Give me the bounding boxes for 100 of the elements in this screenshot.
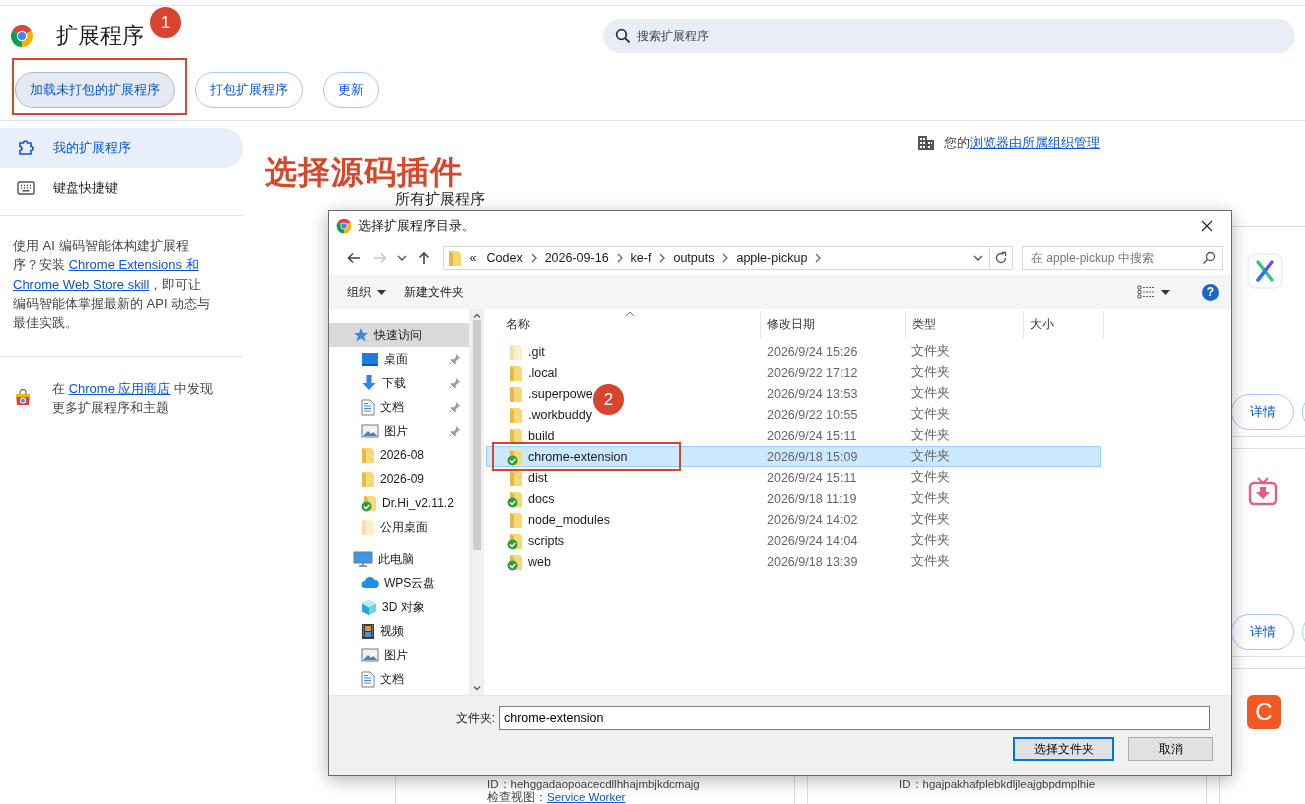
nav-item[interactable]: 文档 (329, 667, 469, 691)
picture-icon (361, 648, 379, 662)
page-title: 扩展程序 (56, 22, 144, 50)
column-header[interactable]: 类型 (906, 311, 1024, 338)
chevron-right-icon (659, 253, 666, 263)
desktop-icon (361, 352, 379, 366)
step-badge: 1 (150, 7, 181, 38)
forward-arrow-icon (371, 250, 388, 266)
computer-icon (353, 551, 373, 567)
nav-item[interactable]: 下载 (329, 371, 469, 395)
picture-icon (361, 424, 379, 438)
file-type: 文件夹 (910, 469, 951, 486)
breadcrumb-item[interactable]: 2026-09-16 (542, 251, 611, 265)
breadcrumb-item[interactable]: ke-f (628, 251, 654, 265)
overflow-button[interactable]: « (467, 251, 479, 265)
file-name: dist (528, 470, 548, 485)
chevron-down-icon (973, 255, 983, 261)
nav-item[interactable]: 公用桌面 (329, 515, 469, 539)
file-name: .git (528, 344, 545, 359)
nav-item[interactable]: 桌面 (329, 347, 469, 371)
dialog-button[interactable]: 选择文件夹 (1013, 737, 1114, 761)
help-button[interactable]: ? (1202, 283, 1219, 301)
chevron-right-icon (815, 253, 822, 263)
breadcrumb-item[interactable]: apple-pickup (734, 251, 810, 265)
nav-item[interactable]: 3D 对象 (329, 595, 469, 619)
nav-item[interactable]: WPS云盘 (329, 571, 469, 595)
file-date: 2026/9/24 14:02 (766, 512, 859, 527)
annotation-caption: 选择源码插件 (265, 157, 463, 188)
file-date: 2026/9/18 15:09 (766, 449, 859, 464)
scroll-down-icon (472, 686, 481, 691)
chevron-right-icon (616, 253, 623, 263)
pin-icon (449, 353, 461, 365)
action-button[interactable]: 加载未打包的扩展程序 (15, 72, 175, 108)
nav-item[interactable]: 图片 (329, 419, 469, 443)
breadcrumb-item[interactable]: Codex (484, 251, 525, 265)
promo-link[interactable]: Chrome Extensions 和 (68, 257, 199, 273)
file-name: web (528, 554, 551, 569)
scroll-up-icon (472, 313, 481, 318)
pin-icon (449, 377, 461, 389)
action-button[interactable]: 更新 (323, 72, 379, 108)
nav-item[interactable]: Dr.Hi_v2.11.2 (329, 491, 469, 515)
file-date: 2026/9/24 14:04 (766, 533, 859, 548)
file-type: 文件夹 (910, 406, 951, 423)
file-date: 2026/9/24 13:53 (766, 386, 859, 401)
address-bar[interactable]: « Codex 2026-09-16 ke-f outputs apple-pickup (442, 246, 1013, 270)
nav-item[interactable]: 2026-09 (329, 467, 469, 491)
promo-link[interactable]: Chrome Web Store skill (13, 276, 150, 292)
field-label: 文件夹: (454, 709, 496, 727)
scrollbar[interactable] (469, 309, 484, 695)
chevron-right-icon (722, 253, 729, 263)
promo-text: 使用 AI 编码智能体构建扩展程序？安装 Chrome Extensions 和 Chrome Web Store skill，即可让编码智能体掌握最新的 API 动态与最佳实践。 (13, 237, 212, 333)
organize-menu[interactable]: 组织 (341, 280, 392, 304)
tv-download-icon (1247, 475, 1279, 507)
cloud-icon (361, 577, 379, 589)
column-header[interactable]: 大小 (1024, 311, 1104, 338)
file-name: build (528, 428, 555, 443)
action-button[interactable]: 打包扩展程序 (195, 72, 303, 108)
store-icon (14, 389, 32, 408)
cube-icon (361, 598, 377, 616)
dialog-title: 选择扩展程序目录。 (358, 217, 475, 235)
dialog-button[interactable]: 取消 (1128, 737, 1213, 761)
nav-item[interactable]: 图片 (329, 643, 469, 667)
folder-icon (361, 470, 375, 488)
sidebar-item[interactable]: 我的扩展程序 (0, 128, 243, 168)
managed-link[interactable]: 浏览器由所属组织管理 (970, 135, 1100, 150)
sidebar-item[interactable]: 键盘快捷键 (0, 168, 243, 208)
extension-logo-icon (1247, 253, 1283, 289)
search-field[interactable]: 在 apple-pickup 中搜索 (1022, 246, 1223, 270)
column-header[interactable]: 修改日期 (761, 311, 906, 338)
pin-icon (449, 425, 461, 437)
selected-file-row[interactable]: chrome-extension 2026/9/18 15:09 文件夹 (486, 446, 1101, 467)
file-date: 2026/9/18 11:19 (766, 491, 858, 506)
file-date: 2026/9/24 15:11 (766, 470, 858, 485)
store-link[interactable]: Chrome 应用商店 (68, 381, 171, 397)
file-type: 文件夹 (910, 448, 951, 465)
nav-item[interactable]: 此电脑 (329, 547, 469, 571)
building-icon (917, 135, 935, 151)
breadcrumb-item[interactable]: outputs (671, 251, 717, 265)
nav-item[interactable]: 视频 (329, 619, 469, 643)
details-button[interactable]: 详情 (1231, 614, 1294, 650)
star-icon (353, 327, 369, 343)
close-icon (1201, 220, 1213, 232)
nav-item[interactable]: 文档 (329, 395, 469, 419)
new-folder-button[interactable]: 新建文件夹 (398, 280, 470, 304)
inspect-link[interactable]: Service Worker (547, 790, 626, 803)
puzzle-icon (17, 139, 35, 157)
details-button[interactable]: 详情 (1231, 394, 1294, 430)
folder-icon (361, 518, 375, 536)
search-field[interactable]: 搜索扩展程序 (603, 19, 1295, 53)
nav-item[interactable]: 快速访问 (329, 323, 469, 347)
managed-notice: 您的浏览器由所属组织管理 (944, 134, 1100, 152)
folder-input[interactable]: chrome-extension (499, 706, 1210, 730)
download-arrow-icon (361, 374, 377, 392)
nav-item[interactable]: 2026-08 (329, 443, 469, 467)
file-name: chrome-extension (528, 449, 628, 464)
column-header[interactable]: 名称 (486, 311, 761, 338)
file-date: 2026/9/18 13:39 (766, 554, 859, 569)
file-date: 2026/9/24 15:11 (766, 428, 858, 443)
file-name: .superpowe (528, 386, 593, 401)
scroll-thumb[interactable] (472, 320, 481, 550)
